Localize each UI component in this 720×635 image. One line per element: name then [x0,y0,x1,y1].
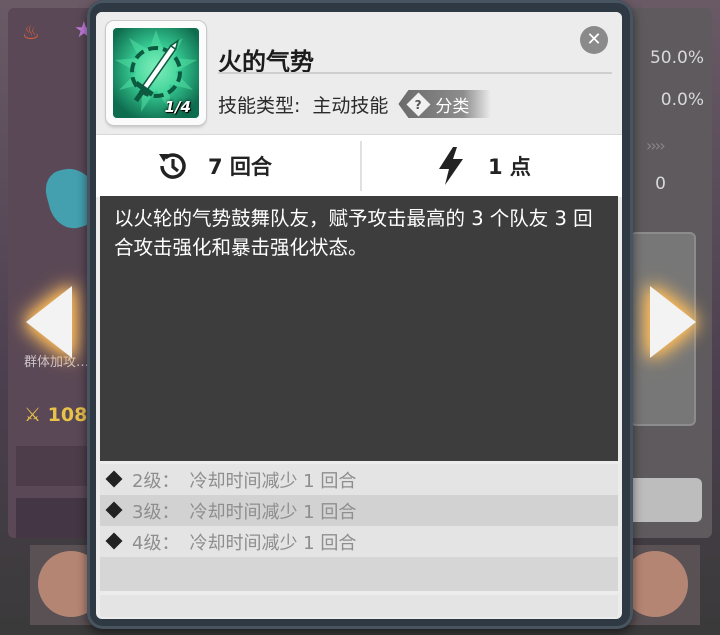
dialog-bottom-strip [100,595,618,617]
category-tag-label: 分类 [435,96,470,117]
panel-button[interactable] [622,478,702,522]
close-icon: ✕ [586,29,602,50]
chevron-progress-icon: ›››› [646,136,666,155]
fire-icon: ♨ [22,20,40,44]
clock-rewind-icon [159,153,186,179]
stat-divider [360,141,362,191]
diamond-icon [105,501,123,519]
level-effect: 冷却时间减少 1 回合 [189,501,357,523]
skill-type-value: 主动技能 [312,94,389,117]
level-label: 4级： [132,532,180,554]
skill-type-label: 技能类型: [218,94,301,117]
dialog-header: 1/4 火的气势 ✕ 技能类型: 主动技能 ? 分类 [96,12,622,134]
skill-icon-frame: 1/4 [106,21,206,125]
diamond-icon [105,470,123,488]
cooldown-value: 7 回合 [208,155,272,179]
stat-value-1: 50.0% [649,48,704,68]
level-effect: 冷却时间减少 1 回合 [189,470,357,492]
skill-detail-dialog: 1/4 火的气势 ✕ 技能类型: 主动技能 ? 分类 7 回合 1 点 以火轮的… [87,0,633,629]
level-row: 4级： 冷却时间减少 1 回合 [100,526,618,557]
level-label: 3级： [132,501,180,523]
skill-description: 以火轮的气势鼓舞队友，赋予攻击最高的 3 个队友 3 回合攻击强化和暴击强化状态… [114,207,593,259]
flaming-sword-icon: 1/4 [113,28,199,118]
help-icon: ? [406,91,431,117]
close-button[interactable]: ✕ [580,26,608,54]
next-arrow-icon[interactable] [650,286,696,358]
level-row-empty [100,557,618,591]
previous-arrow-icon[interactable] [26,286,72,358]
level-upgrade-list: 2级： 冷却时间减少 1 回合 3级： 冷却时间减少 1 回合 4级： 冷却时间… [100,464,618,591]
level-row: 2级： 冷却时间减少 1 回合 [100,464,618,495]
level-label: 2级： [132,470,180,492]
cost-value: 1 点 [488,155,531,179]
power-number: 108 [47,404,88,426]
power-value: ⚔ 108 [24,404,88,426]
level-row: 3级： 冷却时间减少 1 回合 [100,495,618,526]
stat-value-2: 0.0% [660,90,704,110]
skill-description-box: 以火轮的气势鼓舞队友，赋予攻击最高的 3 个队友 3 回合攻击强化和暴击强化状态… [100,196,618,461]
skill-stats-bar: 7 回合 1 点 [96,134,622,197]
stat-value-3: 0 [655,174,666,194]
diamond-icon [105,532,123,550]
category-tag-button[interactable]: ? 分类 [398,90,492,118]
level-effect: 冷却时间减少 1 回合 [189,532,357,554]
cooldown-stat: 7 回合 [154,135,272,197]
cost-stat: 1 点 [436,135,531,197]
lightning-icon [439,147,463,185]
skill-level-badge: 1/4 [164,98,191,116]
title-divider [218,72,612,74]
skill-type-row: 技能类型: 主动技能 ? 分类 [218,90,492,118]
dialog-content: 1/4 火的气势 ✕ 技能类型: 主动技能 ? 分类 7 回合 1 点 以火轮的… [96,12,622,619]
